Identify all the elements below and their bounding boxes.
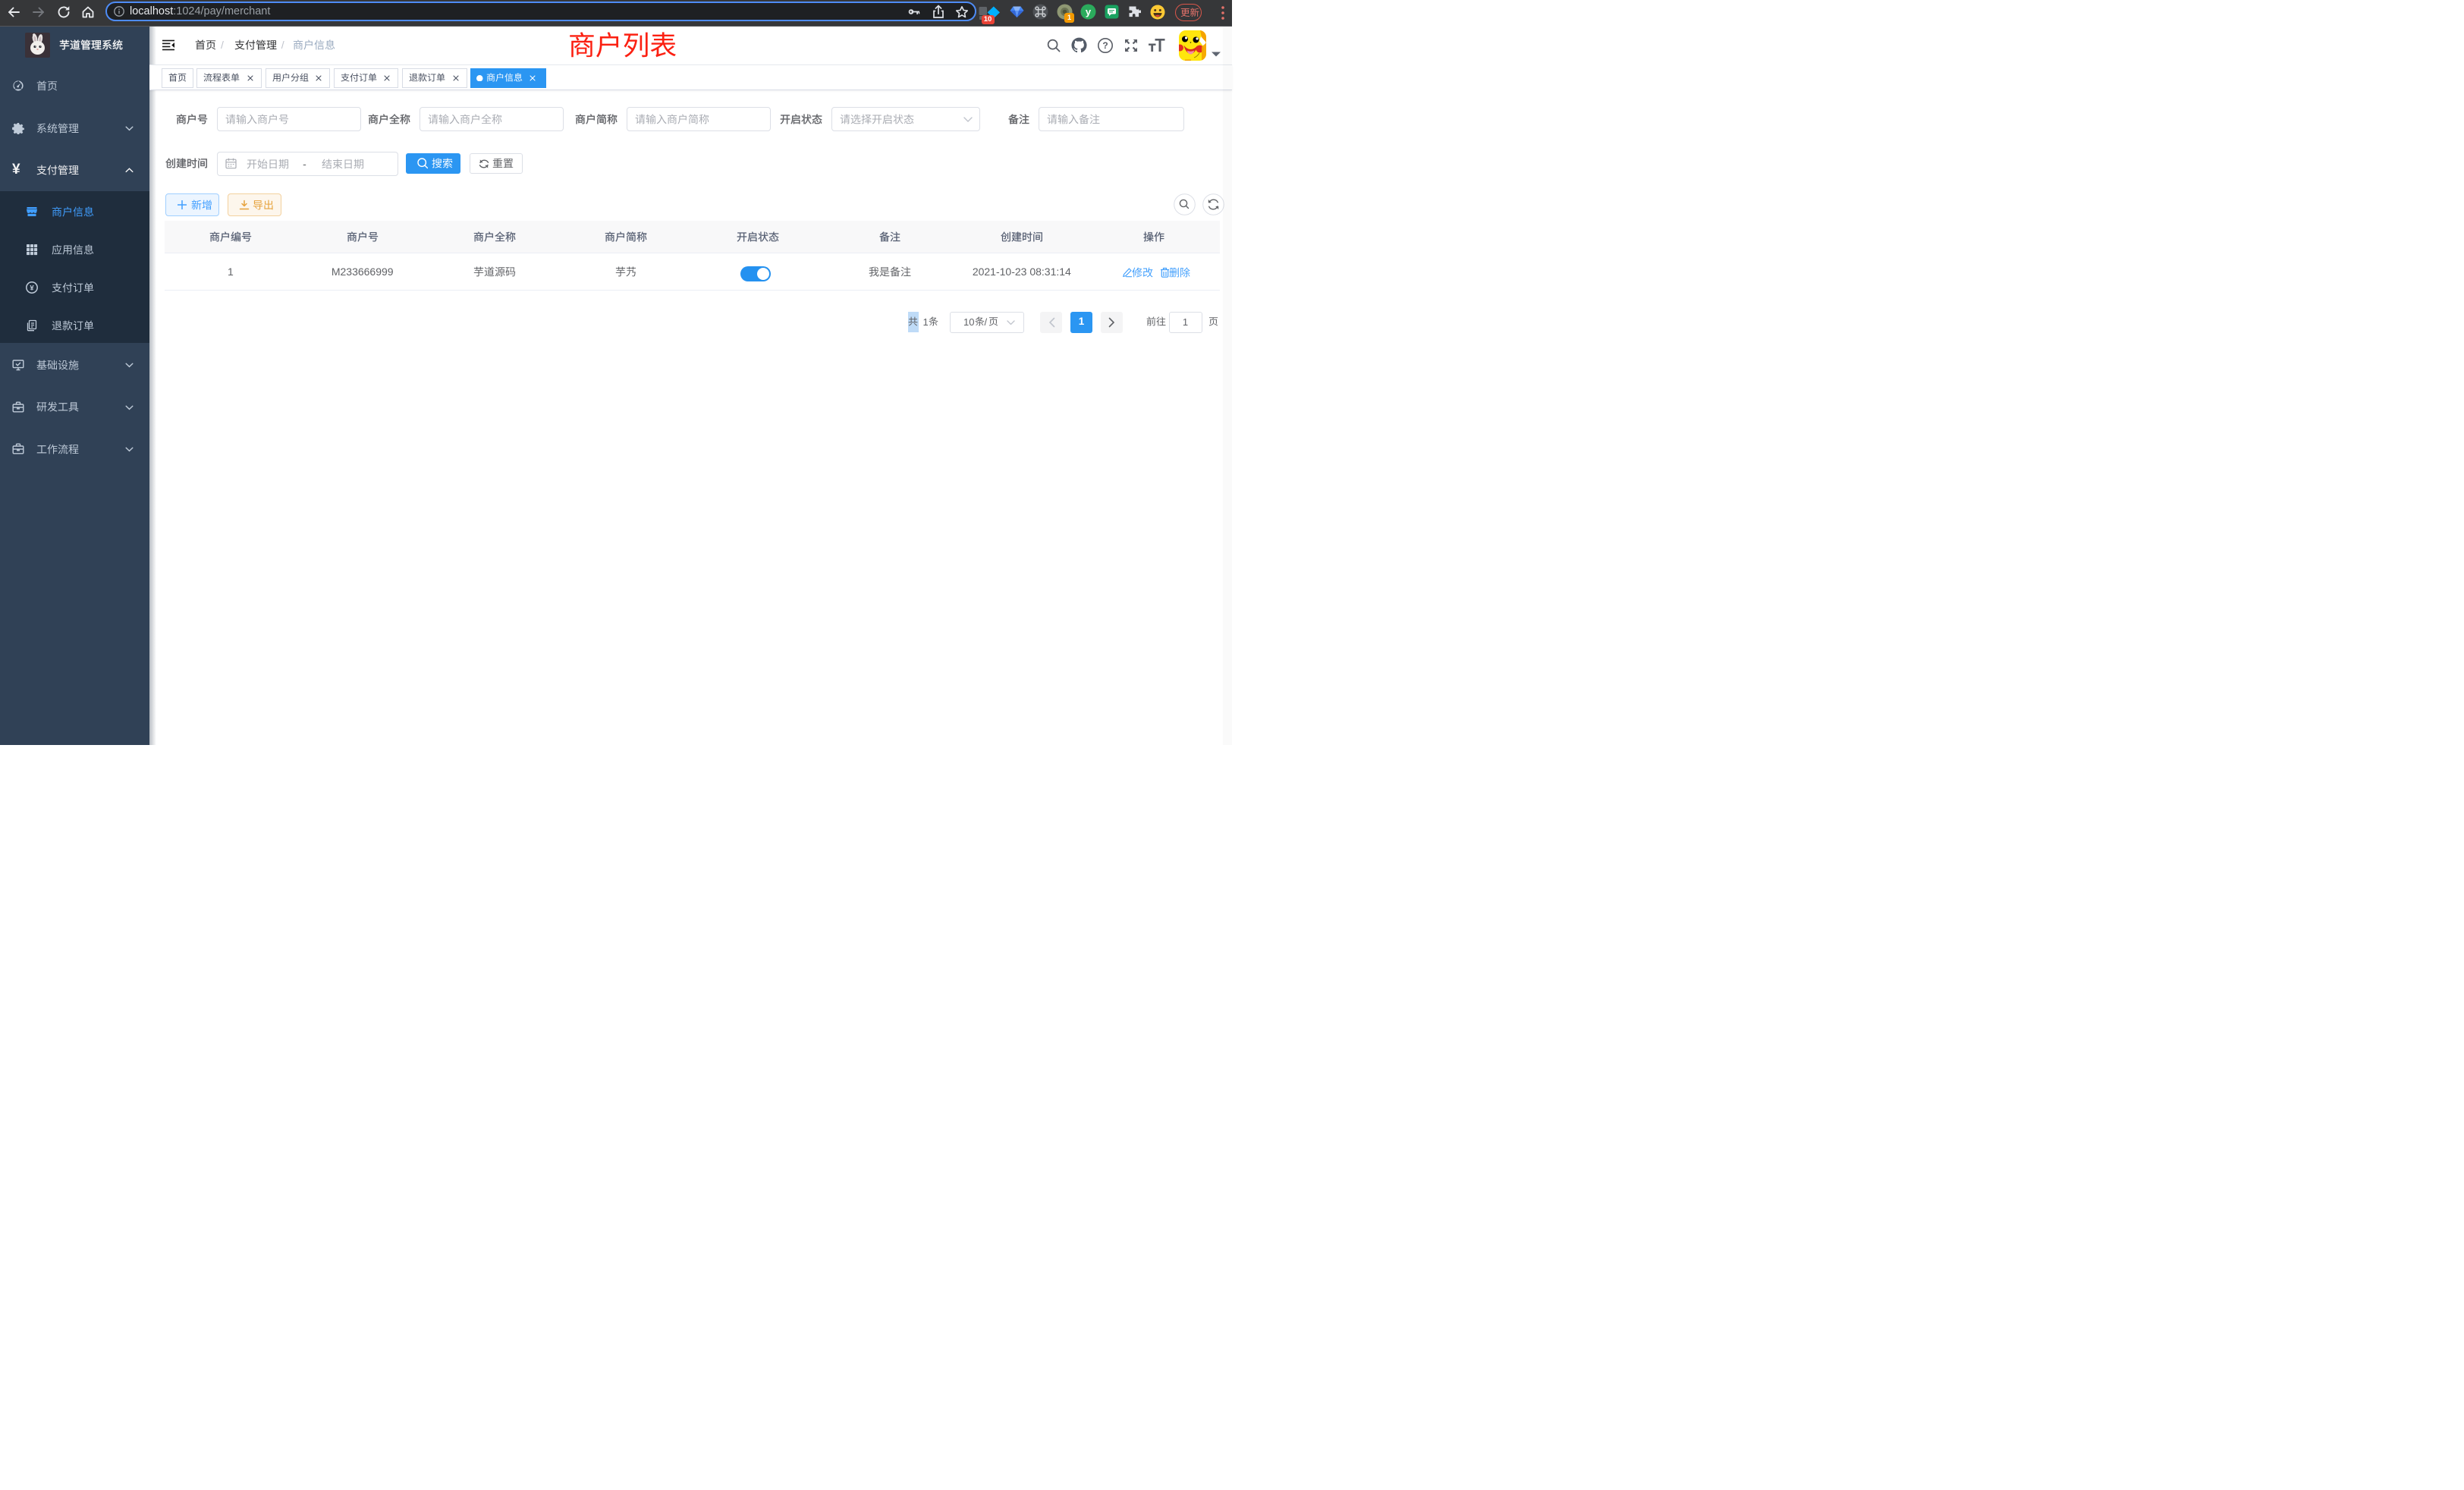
svg-text:¥: ¥ — [30, 284, 34, 293]
svg-text:?: ? — [1102, 40, 1108, 51]
svg-text:y: y — [1086, 6, 1092, 17]
